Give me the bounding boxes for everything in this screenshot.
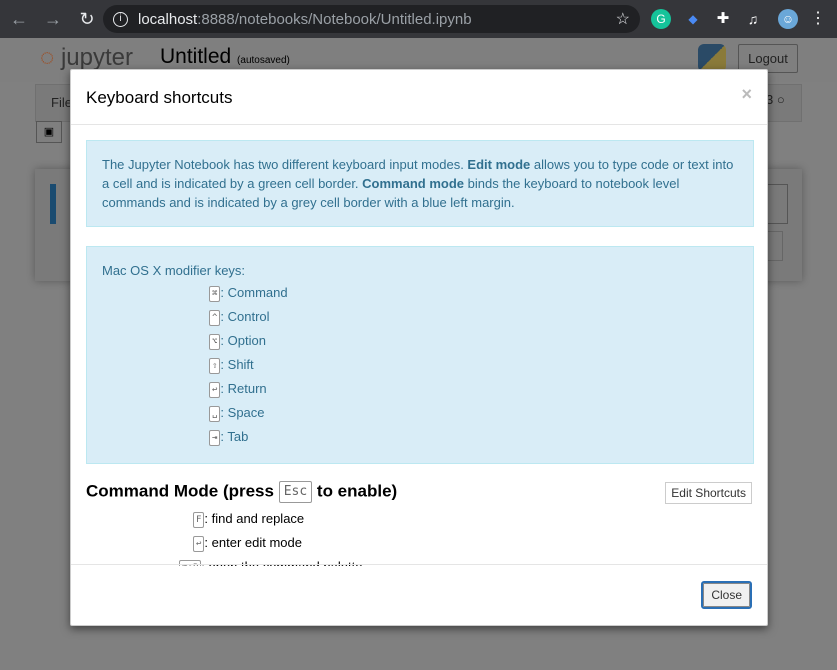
modifier-row: ⇥: Tab <box>102 427 738 451</box>
save-icon[interactable]: ▣ <box>36 121 62 143</box>
forward-icon[interactable]: → <box>38 9 68 30</box>
modifier-label: : Return <box>220 381 267 396</box>
modifier-row: ⌘: Command <box>102 283 738 307</box>
puzzle-icon[interactable]: ✚ <box>713 9 733 29</box>
modes-info-box: The Jupyter Notebook has two different k… <box>86 140 754 227</box>
info-icon[interactable]: i <box>113 11 128 27</box>
notebook-title[interactable]: Untitled (autosaved) <box>160 45 290 69</box>
modifier-label: : Option <box>220 333 266 348</box>
browser-toolbar: ← → ↻ i localhost:8888/notebooks/Noteboo… <box>0 0 837 38</box>
shortcut-row: ↩: enter edit mode <box>193 535 302 552</box>
dialog-body[interactable]: The Jupyter Notebook has two different k… <box>71 125 767 566</box>
modifier-row: ↩: Return <box>102 379 738 403</box>
edit-shortcuts-button[interactable]: Edit Shortcuts <box>665 482 752 504</box>
key-cap: ⌘ <box>209 285 221 302</box>
shortcut-label: : enter edit mode <box>204 535 302 550</box>
back-icon[interactable]: ← <box>4 9 34 30</box>
modifier-row: ⇧: Shift <box>102 355 738 379</box>
avatar[interactable]: ☺ <box>778 9 798 29</box>
menu-file[interactable]: File <box>51 95 72 110</box>
extension-icon[interactable]: ◆ <box>683 9 703 29</box>
modifier-label: : Command <box>220 285 288 300</box>
modifier-keys-box: Mac OS X modifier keys: ⌘: Command ^: Con… <box>86 246 754 464</box>
key-cap: ␣ <box>209 405 221 422</box>
url-host: localhost <box>138 10 198 28</box>
modifier-label: : Shift <box>220 357 254 372</box>
command-mode-heading: Command Mode (press Esc to enable) <box>86 481 397 503</box>
grammarly-icon[interactable]: G <box>651 9 671 29</box>
key-cap: ↩ <box>209 381 221 398</box>
cell-selection-bar <box>50 184 56 224</box>
key-cap: F <box>193 511 205 528</box>
address-bar[interactable]: i localhost:8888/notebooks/Notebook/Unti… <box>103 5 640 33</box>
key-cap: ⇥ <box>209 429 221 446</box>
esc-key: Esc <box>278 481 313 503</box>
modifier-label: : Space <box>220 405 265 420</box>
modifier-label: : Control <box>220 309 270 324</box>
kernel-indicator: 3 ○ <box>766 92 785 107</box>
key-cap: ⌥ <box>209 333 221 350</box>
menu-icon[interactable]: ⋮ <box>808 9 828 29</box>
key-cap: ^ <box>209 309 221 326</box>
url-path: :8888/notebooks/Notebook/Untitled.ipynb <box>197 10 472 28</box>
modifier-heading: Mac OS X modifier keys: <box>102 263 246 278</box>
close-button[interactable]: Close <box>701 581 752 609</box>
key-cap: ↩ <box>193 535 205 552</box>
modifier-label: : Tab <box>220 429 249 444</box>
reload-icon[interactable]: ↻ <box>72 9 102 30</box>
autosave-status: (autosaved) <box>237 55 290 66</box>
modifier-row: ^: Control <box>102 307 738 331</box>
modifier-row: ⌥: Option <box>102 331 738 355</box>
python-logo-icon <box>698 44 726 72</box>
jupyter-logo[interactable]: ◌ jupyter <box>40 44 133 72</box>
keyboard-shortcuts-dialog: Keyboard shortcuts × The Jupyter Noteboo… <box>70 69 768 626</box>
close-icon[interactable]: × <box>741 84 752 105</box>
media-icon[interactable]: ♫ <box>743 9 763 29</box>
shortcut-label: : find and replace <box>204 511 305 526</box>
shortcut-row: F: find and replace <box>193 511 304 528</box>
dialog-title: Keyboard shortcuts <box>86 88 233 107</box>
bookmark-star-icon[interactable]: ☆ <box>616 9 630 29</box>
modifier-row: ␣: Space <box>102 403 738 427</box>
key-cap: ⇧ <box>209 357 221 374</box>
